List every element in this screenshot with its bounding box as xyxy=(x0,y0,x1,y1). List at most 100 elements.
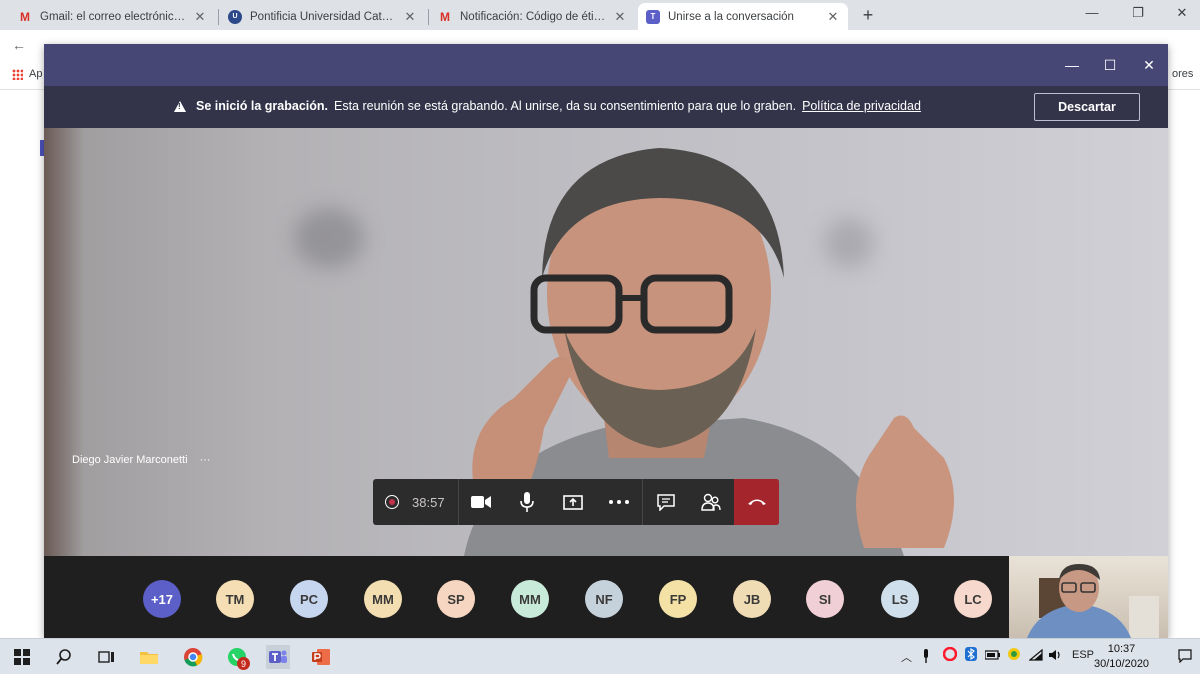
participants-button[interactable] xyxy=(688,479,734,525)
new-tab-button[interactable]: + xyxy=(858,5,878,26)
participant-avatar[interactable]: FP xyxy=(659,580,697,618)
tab-title: Notificación: Código de ética en xyxy=(460,10,607,23)
chrome-icon xyxy=(184,648,203,667)
notification-badge: 9 xyxy=(237,657,250,670)
participants-icon xyxy=(701,493,722,511)
notifications-icon[interactable] xyxy=(1178,649,1192,666)
teams-taskbar-button[interactable] xyxy=(266,645,290,669)
dismiss-button[interactable]: Descartar xyxy=(1034,93,1140,121)
speaker-more-button[interactable]: ··· xyxy=(200,454,211,466)
share-screen-button[interactable] xyxy=(550,479,596,525)
camera-icon xyxy=(471,496,492,508)
clock-time: 10:37 xyxy=(1107,643,1136,655)
back-icon[interactable]: ← xyxy=(12,37,26,53)
participant-avatar[interactable]: SI xyxy=(806,580,844,618)
participant-avatar[interactable]: NF xyxy=(585,580,623,618)
participant-initials: SP xyxy=(447,591,465,607)
close-icon[interactable]: ✕ xyxy=(613,9,627,25)
clock-date: 30/10/2020 xyxy=(1094,658,1150,670)
bookmark-apps[interactable]: Ap xyxy=(12,68,42,80)
bluetooth-icon[interactable] xyxy=(965,647,977,664)
close-icon[interactable]: ✕ xyxy=(1172,5,1192,21)
speaker-name: Diego Javier Marconetti xyxy=(72,454,188,466)
whatsapp-button[interactable]: 9 xyxy=(225,645,250,670)
tab-teams[interactable]: T Unirse a la conversación ✕ xyxy=(638,3,848,30)
participant-initials: PC xyxy=(299,591,319,607)
windows-taskbar: 9 ︿ ESP 10:37 30/10/2020 xyxy=(0,638,1200,674)
teams-icon xyxy=(269,650,287,663)
uca-icon: U xyxy=(228,9,242,24)
chat-button[interactable] xyxy=(643,479,689,525)
participant-avatar[interactable]: PC xyxy=(290,580,328,618)
participant-initials: LS xyxy=(891,591,909,607)
minimize-icon[interactable]: — xyxy=(1082,5,1102,20)
call-duration: 38:57 xyxy=(412,494,445,510)
banner-message: Esta reunión se está grabando. Al unirse… xyxy=(333,99,797,113)
windows-logo-icon xyxy=(14,649,30,665)
teams-meeting-window: — ☐ ✕ Se inició la grabación. Esta reuni… xyxy=(44,44,1168,638)
volume-icon[interactable] xyxy=(1048,649,1062,664)
participant-avatar[interactable]: LC xyxy=(954,580,992,618)
bookmark-right-label: ores xyxy=(1172,68,1194,80)
more-actions-button[interactable] xyxy=(596,479,642,525)
task-view-button[interactable] xyxy=(94,645,118,669)
participant-avatar[interactable]: +17 xyxy=(143,580,181,618)
search-button[interactable] xyxy=(52,645,76,669)
participants-strip: +17 TM PC MM SP MM NF FP JB SI LS LC xyxy=(44,556,1168,638)
recording-timer: 38:57 xyxy=(373,479,459,525)
wifi-icon[interactable] xyxy=(1028,648,1043,664)
search-icon xyxy=(56,649,71,665)
self-view-video xyxy=(1009,556,1168,638)
tab-title: Unirse a la conversación xyxy=(668,10,794,23)
more-icon xyxy=(608,500,629,504)
call-controls: 38:57 xyxy=(373,479,780,525)
close-icon[interactable]: ✕ xyxy=(403,9,417,25)
tab-title: Gmail: el correo electrónico de G xyxy=(40,10,187,23)
minimize-icon[interactable]: — xyxy=(1062,55,1082,75)
participant-initials: MM xyxy=(372,591,394,607)
hang-up-button[interactable] xyxy=(734,479,780,525)
close-icon[interactable]: ✕ xyxy=(1139,55,1159,75)
microphone-button[interactable] xyxy=(504,479,550,525)
powerpoint-icon xyxy=(312,649,330,665)
participant-initials: MM xyxy=(519,591,541,607)
participant-initials: FP xyxy=(669,591,687,607)
close-icon[interactable]: ✕ xyxy=(826,9,840,25)
hang-up-icon xyxy=(747,499,766,505)
powerpoint-button[interactable] xyxy=(309,645,333,669)
self-view-door xyxy=(1129,596,1159,638)
participant-avatar[interactable]: SP xyxy=(437,580,475,618)
chat-icon xyxy=(656,493,675,511)
participant-initials: TM xyxy=(225,591,245,607)
tab-gmail[interactable]: M Gmail: el correo electrónico de G ✕ xyxy=(10,3,215,30)
teams-titlebar: — ☐ ✕ xyxy=(44,44,1168,86)
battery-icon xyxy=(984,649,1001,664)
bookmark-apps-label: Ap xyxy=(29,68,43,80)
camera-button[interactable] xyxy=(459,479,505,525)
tab-notificacion[interactable]: M Notificación: Código de ética en ✕ xyxy=(430,3,635,30)
file-explorer-button[interactable] xyxy=(137,645,161,669)
participant-avatar[interactable]: MM xyxy=(511,580,549,618)
participant-avatar[interactable]: JB xyxy=(733,580,771,618)
close-icon[interactable]: ✕ xyxy=(193,9,207,25)
system-clock[interactable]: 10:37 30/10/2020 xyxy=(1094,642,1149,672)
app-tray-icon[interactable] xyxy=(1007,647,1021,664)
participant-initials: LC xyxy=(964,591,982,607)
maximize-icon[interactable]: ☐ xyxy=(1100,55,1120,75)
tab-uca[interactable]: U Pontificia Universidad Católica Ar ✕ xyxy=(220,3,425,30)
input-language[interactable]: ESP xyxy=(1072,649,1094,661)
tab-divider xyxy=(428,9,429,25)
participant-avatar[interactable]: LS xyxy=(881,580,919,618)
recording-banner: Se inició la grabación. Esta reunión se … xyxy=(44,86,1168,128)
chrome-button[interactable] xyxy=(181,645,205,669)
speaker-label: Diego Javier Marconetti ··· xyxy=(72,454,211,466)
windows-start-button[interactable] xyxy=(10,645,34,669)
participant-avatar[interactable]: TM xyxy=(216,580,254,618)
participant-avatar[interactable]: MM xyxy=(364,580,402,618)
restore-icon[interactable]: ❐ xyxy=(1128,5,1148,21)
tray-chevron-icon[interactable]: ︿ xyxy=(901,649,912,665)
opera-icon[interactable] xyxy=(942,646,958,664)
teams-icon: T xyxy=(646,9,660,24)
task-view-icon xyxy=(98,651,114,663)
privacy-policy-link[interactable]: Política de privacidad xyxy=(802,99,921,113)
